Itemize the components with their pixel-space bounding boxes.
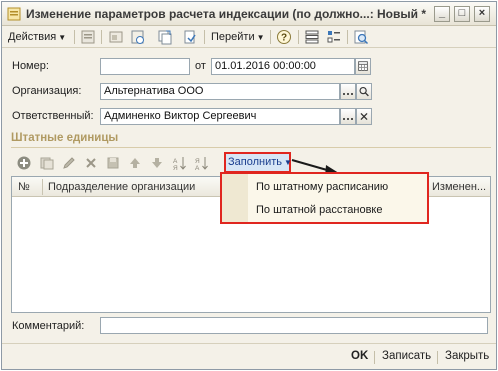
minimize-button[interactable]: _ [434, 6, 450, 22]
fill-button[interactable]: Заполнить ▼ [224, 152, 292, 173]
clear-icon[interactable] [356, 108, 372, 125]
column-divider [42, 179, 43, 195]
goto-menu[interactable]: Перейти ▼ [211, 29, 265, 45]
toolbar-divider [204, 30, 205, 44]
svg-text:A: A [195, 165, 200, 171]
sort-descending-icon[interactable]: Я A [193, 155, 209, 171]
menu-icon-strip [222, 174, 248, 222]
print-document-icon[interactable] [182, 29, 198, 45]
fill-button-label: Заполнить [228, 156, 283, 168]
save-button[interactable]: Записать [382, 350, 431, 362]
checklist-icon[interactable] [326, 29, 342, 45]
list-view-icon[interactable] [304, 29, 320, 45]
actions-menu[interactable]: Действия ▼ [8, 29, 66, 45]
column-header-number[interactable]: № [18, 177, 40, 197]
section-divider [11, 147, 491, 148]
date-from-label: от [195, 60, 206, 72]
structure-icon[interactable] [108, 29, 124, 45]
delete-row-icon[interactable] [83, 155, 99, 171]
move-down-icon[interactable] [149, 155, 165, 171]
main-toolbar: Действия ▼ Перейти ▼ ? [2, 26, 496, 48]
svg-text:?: ? [281, 33, 287, 44]
toolbar-divider [270, 30, 271, 44]
toolbar-divider [347, 30, 348, 44]
svg-text:Я: Я [173, 165, 178, 171]
toolbar-divider [74, 30, 75, 44]
actions-label: Действия [8, 31, 57, 43]
toolbar-divider [101, 30, 102, 44]
refresh-document-icon[interactable] [130, 29, 146, 45]
goto-label: Перейти [211, 31, 255, 43]
column-header-department[interactable]: Подразделение организации [48, 177, 248, 197]
ok-button[interactable]: OK [351, 350, 368, 362]
ellipsis-icon [343, 93, 353, 95]
close-window-button[interactable]: × [474, 6, 490, 22]
svg-text:A: A [173, 158, 178, 165]
footer-divider [374, 351, 375, 364]
menu-item-by-staff-placement[interactable]: По штатной расстановке [256, 204, 382, 216]
close-button[interactable]: Закрыть [445, 350, 489, 362]
select-organization-button[interactable] [340, 83, 356, 100]
column-header-changed[interactable]: Изменен... [432, 177, 490, 197]
chevron-down-icon: ▼ [256, 33, 265, 42]
chevron-down-icon: ▼ [58, 33, 67, 42]
footer-divider [437, 351, 438, 364]
organization-label: Организация: [12, 85, 82, 97]
document-window: Изменение параметров расчета индексации … [1, 1, 497, 370]
window-title: Изменение параметров расчета индексации … [26, 7, 427, 21]
footer-bar: OK Записать Закрыть [2, 343, 496, 369]
add-row-icon[interactable] [16, 155, 32, 171]
comment-field[interactable] [100, 317, 488, 334]
maximize-button[interactable]: □ [454, 6, 470, 22]
menu-item-by-staff-schedule[interactable]: По штатному расписанию [256, 181, 388, 193]
select-responsible-button[interactable] [340, 108, 356, 125]
help-icon[interactable]: ? [276, 29, 292, 45]
toolbar-divider [298, 30, 299, 44]
comment-label: Комментарий: [12, 320, 85, 332]
responsible-label: Ответственный: [12, 110, 94, 122]
ellipsis-icon [343, 118, 353, 120]
number-label: Номер: [12, 60, 49, 72]
organization-field[interactable]: Альтернатива ООО [100, 83, 340, 100]
edit-row-icon[interactable] [61, 155, 77, 171]
fill-dropdown-menu: По штатному расписанию По штатной расста… [220, 172, 429, 224]
number-field[interactable] [100, 58, 190, 75]
sort-ascending-icon[interactable]: A Я [171, 155, 187, 171]
document-icon [7, 7, 21, 21]
svg-text:Я: Я [195, 158, 200, 165]
end-edit-icon[interactable] [105, 155, 121, 171]
move-up-icon[interactable] [127, 155, 143, 171]
find-document-icon[interactable] [353, 29, 369, 45]
responsible-field[interactable]: Админенко Виктор Сергеевич [100, 108, 340, 125]
post-document-icon[interactable] [80, 29, 96, 45]
copy-row-icon[interactable] [39, 155, 55, 171]
title-bar: Изменение параметров расчета индексации … [2, 2, 496, 26]
copy-document-icon[interactable] [157, 29, 173, 45]
date-field[interactable]: 01.01.2016 00:00:00 [211, 58, 355, 75]
search-icon[interactable] [356, 83, 372, 100]
calendar-icon[interactable] [355, 58, 371, 75]
section-title: Штатные единицы [11, 132, 119, 144]
